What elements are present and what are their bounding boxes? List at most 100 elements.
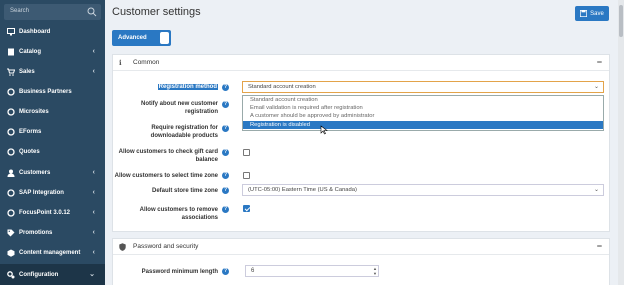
notify-new-customer-label: Notify about new customer registration	[140, 101, 218, 115]
sidebar-item-configuration[interactable]: Configuration ⌄	[0, 264, 105, 285]
chevron-left-icon: ‹	[92, 249, 95, 256]
sidebar-item-label: Dashboard	[19, 29, 51, 35]
sidebar-item-label: Microsites	[19, 109, 49, 115]
circle-icon	[7, 189, 15, 197]
default-time-zone-select[interactable]: (UTC-05:00) Eastern Time (US & Canada) ⌄	[242, 184, 604, 196]
page-scrollbar[interactable]	[618, 0, 624, 285]
chevron-left-icon: ‹	[92, 68, 95, 75]
sidebar-item-label: Business Partners	[19, 89, 72, 95]
help-icon[interactable]: ?	[222, 84, 229, 91]
sidebar-item-label: Customers	[19, 170, 51, 176]
sidebar-item-catalog[interactable]: Catalog ‹	[0, 42, 105, 62]
chevron-down-icon: ⌄	[593, 187, 599, 193]
password-security-panel: Password and security −	[112, 238, 610, 285]
gift-card-balance-label: Allow customers to check gift card balanc…	[118, 149, 218, 163]
help-icon[interactable]: ?	[222, 206, 229, 213]
collapse-icon[interactable]: −	[597, 241, 602, 251]
password-min-length-value: 6	[251, 268, 255, 274]
require-registration-label: Require registration for downloadable pro…	[150, 125, 218, 139]
search-icon[interactable]	[87, 7, 97, 17]
password-min-length-input[interactable]: 6 ▲ ▼	[245, 265, 379, 277]
floppy-disk-icon	[580, 10, 588, 17]
save-button-label: Save	[590, 10, 604, 17]
allow-time-zone-checkbox[interactable]	[243, 172, 250, 179]
chevron-left-icon: ‹	[92, 48, 95, 55]
gift-card-balance-checkbox[interactable]	[243, 149, 250, 156]
shield-icon	[119, 243, 126, 251]
collapse-icon[interactable]: −	[597, 57, 602, 67]
sidebar-item-customers[interactable]: Customers ‹	[0, 163, 105, 183]
sidebar-item-label: Configuration	[19, 271, 59, 278]
sidebar-item-eforms[interactable]: EForms	[0, 122, 105, 142]
remove-associations-checkbox[interactable]	[243, 205, 250, 212]
sidebar-item-label: Content management	[19, 250, 81, 256]
registration-method-select[interactable]: Standard account creation ⌄	[242, 81, 604, 93]
help-icon[interactable]: ?	[222, 172, 229, 179]
chevron-left-icon: ‹	[92, 209, 95, 216]
sidebar-item-promotions[interactable]: Promotions ‹	[0, 223, 105, 243]
circle-icon	[7, 88, 15, 96]
dropdown-option[interactable]: A customer should be approved by adminis…	[243, 112, 603, 120]
dropdown-option-selected[interactable]: Registration is disabled	[243, 121, 603, 129]
dropdown-option[interactable]: Email validation is required after regis…	[243, 104, 603, 112]
cart-icon	[7, 68, 15, 76]
help-icon[interactable]: ?	[222, 125, 229, 132]
save-button[interactable]: Save	[575, 6, 609, 21]
common-panel-header[interactable]: ℹ Common −	[113, 55, 609, 71]
sidebar-item-label: SAP Integration	[19, 190, 64, 196]
sidebar-item-label: Promotions	[19, 230, 53, 236]
main-content: Customer settings Save Advanced ℹ Common…	[105, 0, 624, 285]
toggle-knob	[160, 32, 169, 44]
password-panel-header[interactable]: Password and security −	[113, 239, 609, 255]
page-title: Customer settings	[112, 6, 201, 18]
help-icon[interactable]: ?	[222, 268, 229, 275]
chevron-left-icon: ‹	[92, 169, 95, 176]
advanced-mode-toggle[interactable]: Advanced	[112, 30, 171, 46]
sidebar-item-label: Catalog	[19, 49, 42, 55]
chevron-left-icon: ‹	[92, 229, 95, 236]
dropdown-option[interactable]: Standard account creation	[243, 96, 603, 104]
help-icon[interactable]: ?	[222, 101, 229, 108]
circle-icon	[7, 128, 15, 136]
sidebar-item-sales[interactable]: Sales ‹	[0, 62, 105, 82]
scrollbar-thumb[interactable]	[619, 5, 623, 37]
remove-associations-label: Allow customers to remove associations	[139, 207, 218, 221]
sidebar-item-quotes[interactable]: Quotes	[0, 142, 105, 162]
help-icon[interactable]: ?	[222, 187, 229, 194]
monitor-icon	[7, 28, 15, 36]
default-time-zone-value: (UTC-05:00) Eastern Time (US & Canada)	[248, 187, 357, 193]
circle-icon	[7, 108, 15, 116]
chevron-down-icon: ⌄	[593, 84, 599, 90]
user-icon	[7, 169, 15, 177]
sidebar-item-focuspoint[interactable]: FocusPoint 3.0.12 ‹	[0, 203, 105, 223]
gears-icon	[7, 270, 15, 279]
registration-method-label: Registration method	[157, 84, 218, 90]
sidebar-item-content-management[interactable]: Content management ‹	[0, 243, 105, 263]
sidebar-item-microsites[interactable]: Microsites	[0, 102, 105, 122]
common-panel-title: Common	[133, 59, 160, 66]
tag-icon	[7, 229, 15, 237]
sidebar: Search Dashboard Catalog ‹ Sales ‹ Busin…	[0, 0, 105, 285]
number-spinner[interactable]: ▲ ▼	[373, 266, 377, 276]
sidebar-item-label: FocusPoint 3.0.12	[19, 210, 71, 216]
circle-icon	[7, 148, 15, 156]
book-icon	[7, 48, 15, 56]
sidebar-item-dashboard[interactable]: Dashboard	[0, 22, 105, 42]
help-icon[interactable]: ?	[222, 149, 229, 156]
password-min-length-label: Password minimum length	[141, 269, 218, 275]
registration-method-value: Standard account creation	[248, 84, 316, 90]
mouse-cursor-icon	[320, 125, 328, 135]
info-icon: ℹ	[119, 60, 122, 67]
password-panel-title: Password and security	[133, 243, 199, 250]
sidebar-item-sap-integration[interactable]: SAP Integration ‹	[0, 183, 105, 203]
sidebar-item-label: Sales	[19, 69, 35, 75]
chevron-down-icon: ⌄	[89, 271, 95, 278]
sidebar-search-input[interactable]: Search	[4, 4, 101, 20]
default-time-zone-label: Default store time zone	[151, 188, 218, 194]
sidebar-item-label: Quotes	[19, 149, 40, 155]
sidebar-item-business-partners[interactable]: Business Partners	[0, 82, 105, 102]
chevron-left-icon: ‹	[92, 189, 95, 196]
allow-time-zone-label: Allow customers to select time zone	[114, 173, 218, 179]
circle-icon	[7, 209, 15, 217]
sidebar-item-label: EForms	[19, 129, 42, 135]
